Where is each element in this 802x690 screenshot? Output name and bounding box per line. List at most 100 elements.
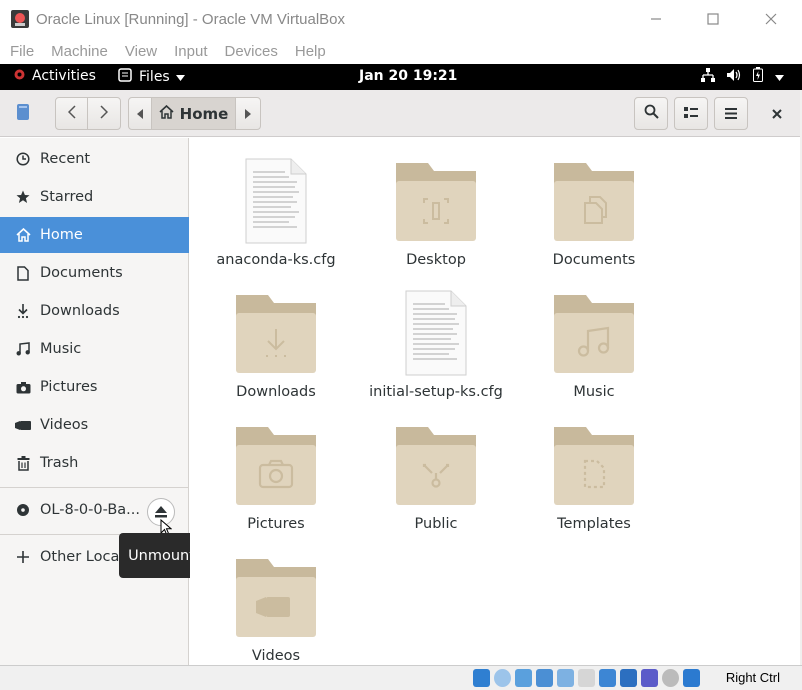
file-name: Downloads <box>236 384 316 400</box>
file-name: anaconda-ks.cfg <box>216 252 336 268</box>
folder-pictures-icon <box>231 420 321 510</box>
files-app-label: Files <box>139 69 170 85</box>
menu-view[interactable]: View <box>125 43 157 60</box>
sidebar-item-downloads[interactable]: Downloads <box>0 293 189 329</box>
sidebar-item-label: Recent <box>40 151 91 167</box>
sidebar-item-label: Trash <box>40 455 79 471</box>
file-name: initial-setup-ks.cfg <box>369 384 503 400</box>
sidebar-item-music[interactable]: Music <box>0 331 189 367</box>
file-name: Pictures <box>247 516 305 532</box>
file-item[interactable]: Pictures <box>196 404 356 536</box>
sidebar-toggle-button[interactable] <box>8 97 38 130</box>
sidebar-item-device[interactable]: OL-8-0-0-Ba... <box>0 492 140 528</box>
sidebar-separator <box>0 487 189 488</box>
view-toggle-button[interactable] <box>674 97 708 130</box>
keyboard-capture-icon[interactable] <box>683 669 700 687</box>
sidebar-item-recent[interactable]: Recent <box>0 141 189 177</box>
virtualbox-icon <box>10 9 30 29</box>
file-name: Desktop <box>406 252 466 268</box>
device-label: OL-8-0-0-Ba... <box>40 502 140 518</box>
close-window-button[interactable] <box>742 0 800 38</box>
files-headerbar: Home <box>0 90 802 137</box>
vbox-menubar: File Machine View Input Devices Help <box>0 38 802 64</box>
file-item[interactable]: Public <box>356 404 516 536</box>
forward-button[interactable] <box>87 97 121 130</box>
sidebar-item-trash[interactable]: Trash <box>0 445 189 481</box>
mouse-integration-icon[interactable] <box>662 669 679 687</box>
menu-help[interactable]: Help <box>295 43 326 60</box>
sidebar-item-documents[interactable]: Documents <box>0 255 189 291</box>
activities-button[interactable]: Activities <box>14 68 96 84</box>
places-sidebar: Recent Starred Home Documents Downloads … <box>0 138 189 665</box>
trash-icon <box>14 455 32 471</box>
menu-machine[interactable]: Machine <box>51 43 108 60</box>
search-icon <box>644 104 659 123</box>
maximize-button[interactable] <box>684 0 742 38</box>
back-button[interactable] <box>55 97 88 130</box>
text-file-icon <box>231 156 321 246</box>
minimize-button[interactable] <box>627 0 685 38</box>
file-name: Music <box>573 384 615 400</box>
file-item[interactable]: Desktop <box>356 140 516 272</box>
file-item[interactable]: Templates <box>514 404 674 536</box>
usb-icon[interactable] <box>557 669 574 687</box>
battery-icon <box>753 67 763 86</box>
sidebar-item-videos[interactable]: Videos <box>0 407 189 443</box>
sidebar-item-label: Documents <box>40 265 123 281</box>
file-name: Templates <box>557 516 631 532</box>
sidebar-item-starred[interactable]: Starred <box>0 179 189 215</box>
triangle-right-icon <box>245 104 251 123</box>
folder-templates-icon <box>549 420 639 510</box>
download-icon <box>14 303 32 319</box>
chevron-right-icon <box>100 104 109 123</box>
sidebar-item-home[interactable]: Home <box>0 217 189 253</box>
sidebar-item-label: Home <box>40 227 83 243</box>
sidebar-item-label: Pictures <box>40 379 98 395</box>
caret-down-icon <box>175 69 185 85</box>
shared-folders-icon[interactable] <box>578 669 595 687</box>
file-item[interactable]: Music <box>514 272 674 404</box>
network-adapter-icon[interactable] <box>536 669 553 687</box>
files-app-menu[interactable]: Files <box>118 68 185 86</box>
plus-icon <box>14 551 32 563</box>
folder-documents-icon <box>549 156 639 246</box>
video-icon <box>14 420 32 431</box>
file-item[interactable]: Downloads <box>196 272 356 404</box>
list-view-icon <box>684 104 698 123</box>
drive-icon <box>16 103 30 125</box>
path-scroll-left-button[interactable] <box>128 97 152 130</box>
star-icon <box>14 190 32 204</box>
file-name: Videos <box>251 648 301 664</box>
file-name: Public <box>414 516 458 532</box>
file-item[interactable]: anaconda-ks.cfg <box>196 140 356 272</box>
folder-music-icon <box>549 288 639 378</box>
system-tray[interactable] <box>701 67 784 86</box>
menu-file[interactable]: File <box>10 43 34 60</box>
menu-input[interactable]: Input <box>174 43 207 60</box>
optical-drive-icon[interactable] <box>494 669 511 687</box>
search-button[interactable] <box>634 97 668 130</box>
menu-button[interactable] <box>714 97 748 130</box>
close-files-button[interactable] <box>761 97 793 130</box>
clock[interactable]: Jan 20 19:21 <box>359 68 457 84</box>
music-icon <box>14 342 32 356</box>
display-icon[interactable] <box>599 669 616 687</box>
hard-disk-icon[interactable] <box>515 669 532 687</box>
window-title: Oracle Linux [Running] - Oracle VM Virtu… <box>36 10 346 28</box>
folder-desktop-icon <box>391 156 481 246</box>
vbox-status-icons <box>473 669 700 687</box>
folder-public-icon <box>391 420 481 510</box>
sidebar-item-pictures[interactable]: Pictures <box>0 369 189 405</box>
path-bar-home[interactable]: Home <box>151 97 236 130</box>
menu-devices[interactable]: Devices <box>225 43 278 60</box>
path-scroll-right-button[interactable] <box>235 97 261 130</box>
file-item[interactable]: Videos <box>196 536 356 668</box>
recording-icon[interactable] <box>620 669 637 687</box>
virtualization-icon[interactable] <box>641 669 658 687</box>
audio-status-icon[interactable] <box>473 669 490 687</box>
activities-label: Activities <box>32 68 96 84</box>
file-item[interactable]: Documents <box>514 140 674 272</box>
file-item[interactable]: initial-setup-ks.cfg <box>356 272 516 404</box>
sidebar-item-label: Videos <box>40 417 89 433</box>
sidebar-item-label: Music <box>40 341 82 357</box>
